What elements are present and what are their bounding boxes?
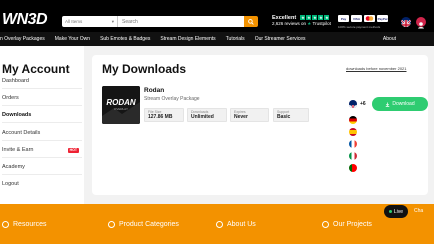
trustpilot-widget[interactable]: Excellent ★ ★ ★ ★ ★ 2,626 reviews on ★ Trust… [272,15,331,27]
sidebar-item-dashboard[interactable]: Dashboard [2,77,82,86]
support-box: Support Basic [273,108,309,122]
main-nav: n Overlay Packages Make Your Own Sub Emo… [0,32,434,46]
chevron-down-icon: ▾ [111,18,114,24]
spain-flag-icon[interactable] [349,128,357,136]
thumbnail-subtitle: OVERLAY [114,107,128,111]
top-bar: WN3D All Items ▾ Excellent ★★★★★ 2,626 r… [0,0,434,32]
product-type: Stream Overlay Package [144,96,200,102]
downloads-box: Downloads Unlimited [187,108,227,122]
sidebar-item-orders[interactable]: Orders [2,94,82,103]
footer-resources[interactable]: Resources [2,221,46,228]
sidebar-item-invite-earn[interactable]: Invite & Earn HOT [2,146,82,155]
categories-icon [108,221,115,228]
account-sidebar: My Account Dashboard Orders Downloads Ac… [0,46,84,204]
uk-flag-icon[interactable] [349,100,357,108]
trust-reviews: 2,626 reviews on [272,21,307,26]
search-bar: All Items ▾ [62,16,257,27]
secure-payment-text: 100% secure payment methods [338,25,381,29]
sidebar-item-academy[interactable]: Academy [2,163,82,172]
payment-methods: Pay VISA PayPal [338,15,388,22]
search-button[interactable] [244,16,258,27]
mastercard-icon [364,15,375,22]
portugal-flag-icon[interactable] [349,164,357,172]
search-input[interactable] [118,16,257,27]
nav-tutorials[interactable]: Tutorials [221,36,250,42]
visa-icon: VISA [351,15,362,22]
site-logo[interactable]: WN3D [2,11,48,29]
divider [2,174,82,175]
nav-sub-emotes-badges[interactable]: Sub Emotes & Badges [95,36,155,42]
sidebar-item-account-details[interactable]: Account Details [2,129,82,138]
sidebar-item-logout[interactable]: Logout [2,180,82,189]
paypal-icon: PayPal [377,15,388,22]
about-icon [216,221,223,228]
product-name: Rodan [144,87,165,94]
search-icon [248,18,254,25]
sidebar-title: My Account [2,62,70,76]
footer-about-us[interactable]: About Us [216,221,256,228]
sidebar-item-label: Invite & Earn [2,147,34,153]
more-languages[interactable]: +6 [360,101,366,107]
uk-flag-icon[interactable] [401,17,411,27]
resources-icon [2,221,9,228]
downloads-card: My Downloads downloads before november 2… [92,55,428,195]
france-flag-icon[interactable] [349,140,357,148]
download-icon [386,102,390,107]
divider [2,88,82,89]
trust-stars: ★ ★ ★ ★ ★ [300,15,330,21]
chat-button[interactable]: Cha [410,205,434,218]
footer-our-projects[interactable]: Our Projects [322,221,372,228]
germany-flag-icon[interactable] [349,116,357,124]
divider [2,140,82,141]
user-account-icon[interactable] [416,17,426,29]
file-size-box: File Size 127.86 MB [144,108,184,122]
projects-icon [322,221,329,228]
live-button[interactable]: Live [384,205,408,218]
divider [2,122,82,123]
thumbnail-title: RODAN [106,98,136,107]
expires-box: Expires Never [230,108,269,122]
download-button[interactable]: Download [372,97,428,111]
divider [2,157,82,158]
apple-pay-icon: Pay [338,15,349,22]
nav-streamer-services[interactable]: Our Streamer Services [250,36,311,42]
product-thumbnail[interactable]: RODAN OVERLAY [102,86,140,124]
search-category-select[interactable]: All Items ▾ [62,16,118,27]
nav-overlay-packages[interactable]: n Overlay Packages [0,36,50,42]
nav-about[interactable]: About [383,36,396,42]
divider [2,105,82,106]
trust-brand: Trustpilot [312,21,331,26]
live-dot-icon [388,210,392,213]
nav-make-your-own[interactable]: Make Your Own [50,36,95,42]
footer-bar: Resources Product Categories About Us Ou… [0,204,434,244]
italy-flag-icon[interactable] [349,152,357,160]
sidebar-item-downloads[interactable]: Downloads [2,111,82,120]
nav-stream-design-elements[interactable]: Stream Design Elements [155,36,220,42]
footer-product-categories[interactable]: Product Categories [108,221,179,228]
old-downloads-link[interactable]: downloads before november 2021 [346,66,407,71]
page-title: My Downloads [102,62,187,76]
hot-badge: HOT [67,148,79,153]
